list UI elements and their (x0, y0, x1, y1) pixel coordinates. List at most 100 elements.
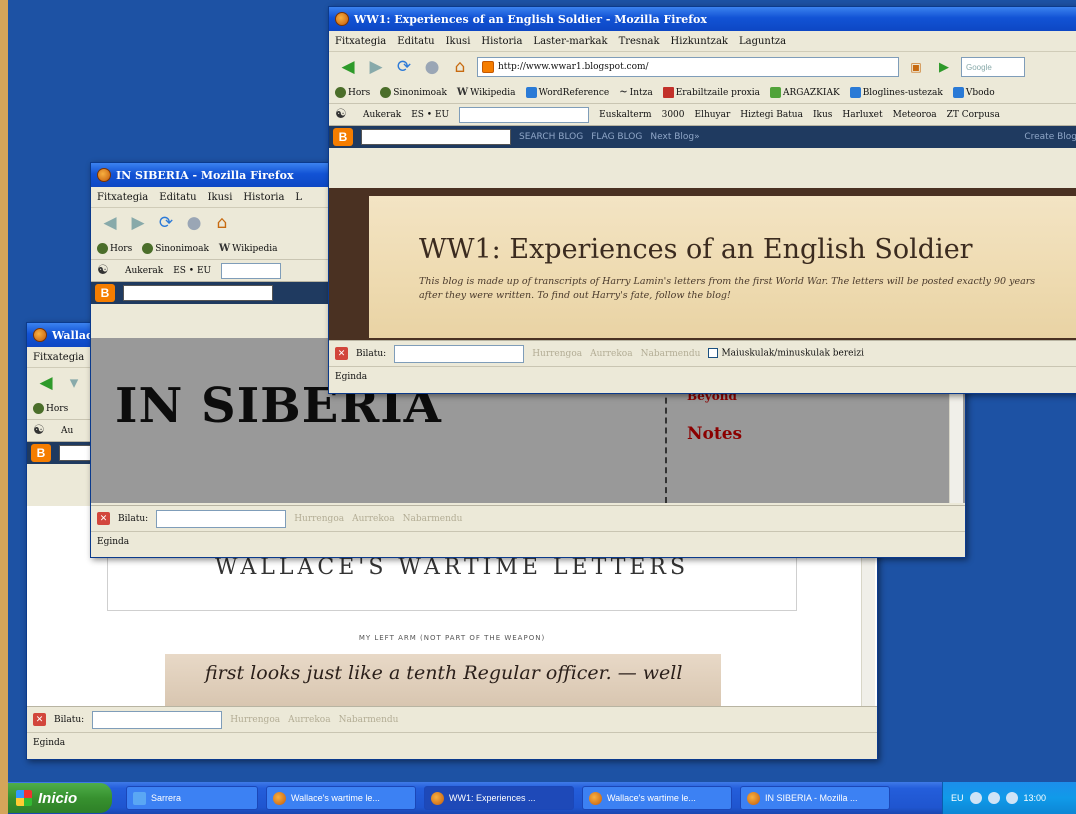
highlight-button[interactable]: Nabarmendu (641, 349, 701, 359)
find-input[interactable] (92, 710, 223, 729)
extension-item[interactable]: Aukerak (363, 110, 401, 120)
close-icon[interactable]: ✕ (33, 713, 46, 726)
highlight-button[interactable]: Nabarmendu (339, 715, 399, 725)
volume-icon[interactable] (987, 792, 1000, 804)
stop-icon[interactable]: ● (421, 56, 443, 78)
window-titlebar[interactable]: WW1: Experiences of an English Soldier -… (329, 7, 1076, 31)
reload-icon[interactable]: ⟳ (155, 212, 177, 234)
home-icon[interactable]: ⌂ (449, 56, 471, 78)
highlight-button[interactable]: Nabarmendu (403, 514, 463, 524)
extension-item[interactable]: Aukerak (125, 266, 163, 276)
taskbar-item-mail[interactable]: Sarrera (126, 786, 258, 810)
extension-item[interactable]: Harluxet (842, 110, 882, 120)
find-previous-button[interactable]: Aurrekoa (288, 715, 330, 725)
home-icon[interactable]: ⌂ (211, 212, 233, 234)
bookmark-item[interactable]: Sinonimoak (142, 243, 209, 254)
back-arrow-icon[interactable]: ◀ (35, 372, 57, 394)
taskbar-item-wallace-2[interactable]: Wallace's wartime le... (582, 786, 732, 810)
menu-item[interactable]: Historia (243, 192, 284, 203)
search-blog-button[interactable]: SEARCH BLOG (519, 132, 583, 142)
dropdown-icon[interactable]: ▾ (63, 372, 85, 394)
find-previous-button[interactable]: Aurrekoa (590, 349, 632, 359)
menu-item-bookmarks[interactable]: Laster-markak (533, 36, 607, 47)
bookmark-item[interactable]: Hors (33, 403, 68, 414)
stop-icon[interactable]: ● (183, 212, 205, 234)
bookmark-item[interactable]: W Wikipedia (457, 87, 516, 98)
security-icon[interactable] (1005, 792, 1018, 804)
url-bar[interactable]: http://www.wwar1.blogspot.com/ (477, 57, 899, 77)
bookmark-item[interactable]: WordReference (525, 87, 609, 98)
extension-item[interactable]: 3000 (662, 110, 685, 120)
extension-item[interactable]: Ikus (813, 110, 832, 120)
match-case-checkbox[interactable]: Maiuskulak/minuskulak bereizi (708, 348, 864, 359)
bookmark-item[interactable]: Hors (335, 87, 370, 98)
extension-item[interactable]: Au (61, 426, 73, 436)
blogger-logo-icon[interactable]: B (31, 444, 51, 462)
menu-item-view[interactable]: Ikusi (446, 36, 471, 47)
search-box[interactable]: Google (961, 57, 1025, 77)
reload-icon[interactable]: ⟳ (393, 56, 415, 78)
menu-item[interactable]: Fitxategia (97, 192, 148, 203)
menu-item[interactable]: Editatu (159, 192, 196, 203)
bookmark-item[interactable]: Hors (97, 243, 132, 254)
go-arrow-icon[interactable]: ▶ (933, 56, 955, 78)
extension-input[interactable] (221, 262, 282, 279)
blog-search-input[interactable] (361, 129, 511, 145)
extension-icon[interactable]: ☯ (97, 263, 115, 278)
menu-item-languages[interactable]: Hizkuntzak (671, 36, 728, 47)
taskbar-item-ww1[interactable]: WW1: Experiences ... (424, 786, 574, 810)
close-icon[interactable]: ✕ (97, 512, 110, 525)
menu-item-help[interactable]: Laguntza (739, 36, 786, 47)
find-previous-button[interactable]: Aurrekoa (352, 514, 394, 524)
extension-item[interactable]: Meteoroa (893, 110, 937, 120)
blogger-logo-icon[interactable]: B (95, 284, 115, 302)
extension-item[interactable]: ZT Corpusa (947, 110, 1000, 120)
taskbar-item-wallace[interactable]: Wallace's wartime le... (266, 786, 416, 810)
bookmark-item[interactable]: Bloglines-ustezak (849, 87, 943, 98)
next-blog-link[interactable]: Next Blog» (650, 132, 699, 142)
blogger-logo-icon[interactable]: B (333, 128, 353, 146)
taskbar-item-siberia[interactable]: IN SIBERIA - Mozilla ... (740, 786, 890, 810)
flag-blog-button[interactable]: FLAG BLOG (591, 132, 642, 142)
find-input[interactable] (394, 344, 525, 363)
language-indicator[interactable]: EU (951, 793, 964, 803)
bookmark-item[interactable]: Vbodo (952, 87, 995, 98)
menu-item-history[interactable]: Historia (481, 36, 522, 47)
extension-item[interactable]: Euskalterm (599, 110, 651, 120)
find-next-button[interactable]: Hurrengoa (230, 715, 280, 725)
menu-item-edit[interactable]: Editatu (397, 36, 434, 47)
blog-search-input[interactable] (123, 285, 273, 301)
window-ww1[interactable]: WW1: Experiences of an English Soldier -… (328, 6, 1076, 394)
find-next-button[interactable]: Hurrengoa (532, 349, 582, 359)
network-icon[interactable] (969, 792, 982, 804)
forward-arrow-icon[interactable]: ▶ (127, 212, 149, 234)
back-arrow-icon[interactable]: ◀ (99, 212, 121, 234)
menu-item[interactable]: L (295, 192, 302, 203)
blog-title[interactable]: WW1: Experiences of an English Soldier (419, 234, 1076, 265)
bookmark-item[interactable]: Sinonimoak (380, 87, 447, 98)
extension-item[interactable]: ES • EU (411, 110, 449, 120)
bookmark-item[interactable]: Erabiltzaile proxia (662, 87, 760, 98)
extension-input[interactable] (459, 106, 590, 123)
forward-arrow-icon[interactable]: ▶ (365, 56, 387, 78)
menu-item-file[interactable]: Fitxategia (335, 36, 386, 47)
close-icon[interactable]: ✕ (335, 347, 348, 360)
extension-icon[interactable]: ☯ (335, 107, 353, 122)
extension-item[interactable]: ES • EU (173, 266, 211, 276)
bookmark-item[interactable]: W Wikipedia (219, 243, 278, 254)
extension-item[interactable]: Elhuyar (695, 110, 731, 120)
back-arrow-icon[interactable]: ◀ (337, 56, 359, 78)
bookmark-item[interactable]: ~ Intza (619, 87, 652, 98)
menu-item[interactable]: Ikusi (208, 192, 233, 203)
menu-item-tools[interactable]: Tresnak (619, 36, 660, 47)
find-input[interactable] (156, 509, 287, 528)
find-next-button[interactable]: Hurrengoa (294, 514, 344, 524)
extension-item[interactable]: Hiztegi Batua (740, 110, 803, 120)
start-button[interactable]: Inicio (8, 783, 112, 813)
bookmark-item[interactable]: ARGAZKIAK (769, 87, 840, 98)
find-label: Bilatu: (118, 513, 149, 524)
menu-item[interactable]: Fitxategia (33, 352, 84, 363)
create-blog-link[interactable]: Create Blog (1024, 132, 1076, 142)
rss-icon[interactable]: ▣ (905, 56, 927, 78)
extension-icon[interactable]: ☯ (33, 423, 51, 438)
